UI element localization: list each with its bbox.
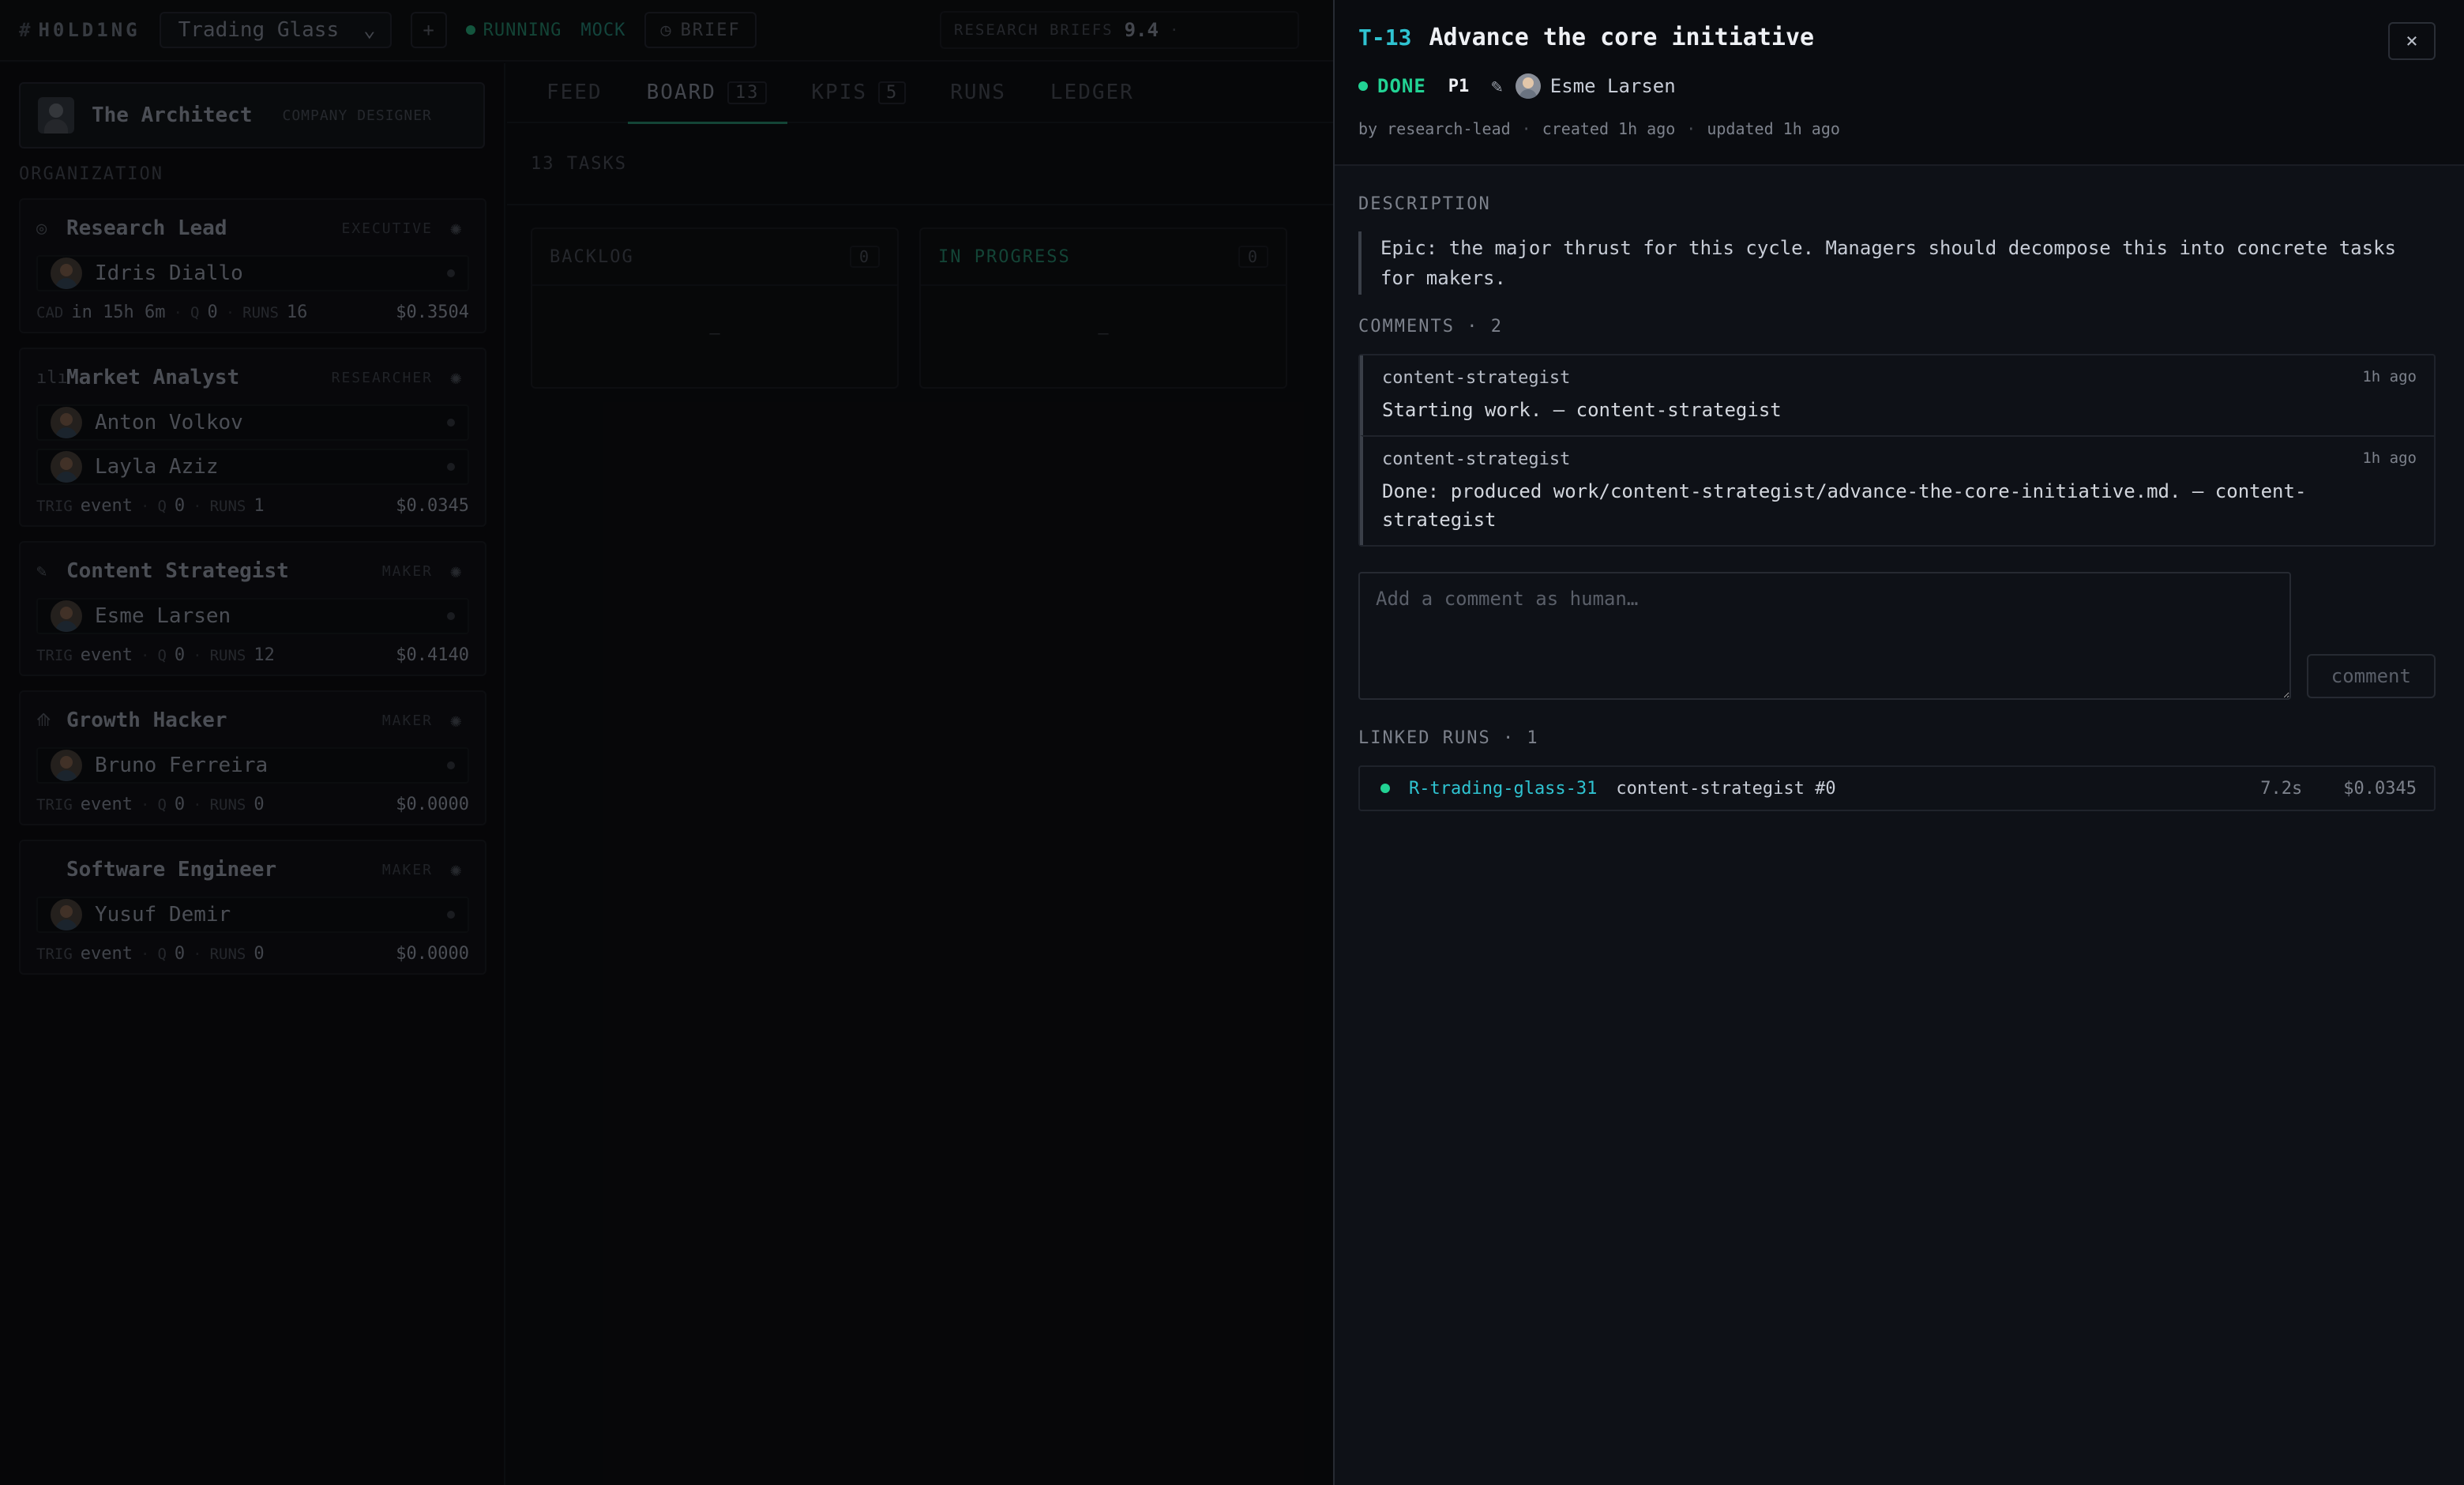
created-by: by research-lead xyxy=(1358,119,1511,138)
created-time: created 1h ago xyxy=(1542,119,1676,138)
comment: content-strategist 1h ago Done: produced… xyxy=(1360,435,2434,545)
comments-label: COMMENTS · 2 xyxy=(1358,317,1503,336)
modal-backdrop[interactable] xyxy=(0,0,1335,1485)
comment-author: content-strategist xyxy=(1382,368,1571,388)
pencil-icon: ✎ xyxy=(1491,75,1503,97)
separator: · xyxy=(1521,119,1531,138)
linked-runs-label: LINKED RUNS · 1 xyxy=(1358,728,1539,748)
task-title: Advance the core initiative xyxy=(1429,24,1815,51)
task-drawer: T-13 Advance the core initiative × DONE … xyxy=(1333,0,2464,1485)
comment-header: content-strategist 1h ago xyxy=(1382,449,2417,469)
task-header: T-13 Advance the core initiative × DONE … xyxy=(1335,0,2464,166)
separator: · xyxy=(1686,119,1696,138)
run-duration: 7.2s xyxy=(2260,778,2303,799)
task-byline: by research-lead · created 1h ago · upda… xyxy=(1358,119,2436,138)
comment-time: 1h ago xyxy=(2362,368,2417,385)
comment-text: Done: produced work/content-strategist/a… xyxy=(1382,480,2307,531)
close-icon: × xyxy=(2406,29,2418,53)
task-body: DESCRIPTION Epic: the major thrust for t… xyxy=(1335,166,2464,811)
priority-badge: P1 xyxy=(1448,76,1470,96)
assignee[interactable]: Esme Larsen xyxy=(1515,73,1676,99)
run-cost: $0.0345 xyxy=(2343,778,2417,799)
linked-run-row[interactable]: R-trading-glass-31 content-strategist #0… xyxy=(1358,765,2436,811)
comment-form: comment xyxy=(1358,572,2436,700)
status-text: DONE xyxy=(1377,75,1426,97)
comment-button[interactable]: comment xyxy=(2306,654,2436,698)
run-agent: content-strategist #0 xyxy=(1616,778,1836,799)
task-description: Epic: the major thrust for this cycle. M… xyxy=(1358,231,2436,295)
comment-list: content-strategist 1h ago Starting work.… xyxy=(1358,354,2436,547)
run-status-dot xyxy=(1380,784,1390,793)
task-title-row: T-13 Advance the core initiative xyxy=(1358,24,2436,51)
status-badge: DONE xyxy=(1358,75,1426,97)
updated-time: updated 1h ago xyxy=(1707,119,1840,138)
comment-header: content-strategist 1h ago xyxy=(1382,368,2417,388)
status-dot xyxy=(1358,81,1368,91)
app-root: # H0LD1NG Trading Glass ⌄ + RUNNING MOCK … xyxy=(0,0,2464,1485)
comment: content-strategist 1h ago Starting work.… xyxy=(1360,355,2434,435)
assignee-name: Esme Larsen xyxy=(1549,75,1676,97)
task-meta: DONE P1 ✎ Esme Larsen xyxy=(1358,73,2436,99)
run-id-link[interactable]: R-trading-glass-31 xyxy=(1409,779,1597,799)
comment-text: Starting work. — content-strategist xyxy=(1382,399,1782,421)
comment-input[interactable] xyxy=(1358,572,2291,700)
avatar xyxy=(1515,73,1541,99)
comment-author: content-strategist xyxy=(1382,449,1571,469)
task-id: T-13 xyxy=(1358,24,1412,51)
comment-time: 1h ago xyxy=(2362,449,2417,467)
description-label: DESCRIPTION xyxy=(1358,194,1491,214)
close-button[interactable]: × xyxy=(2388,22,2436,60)
